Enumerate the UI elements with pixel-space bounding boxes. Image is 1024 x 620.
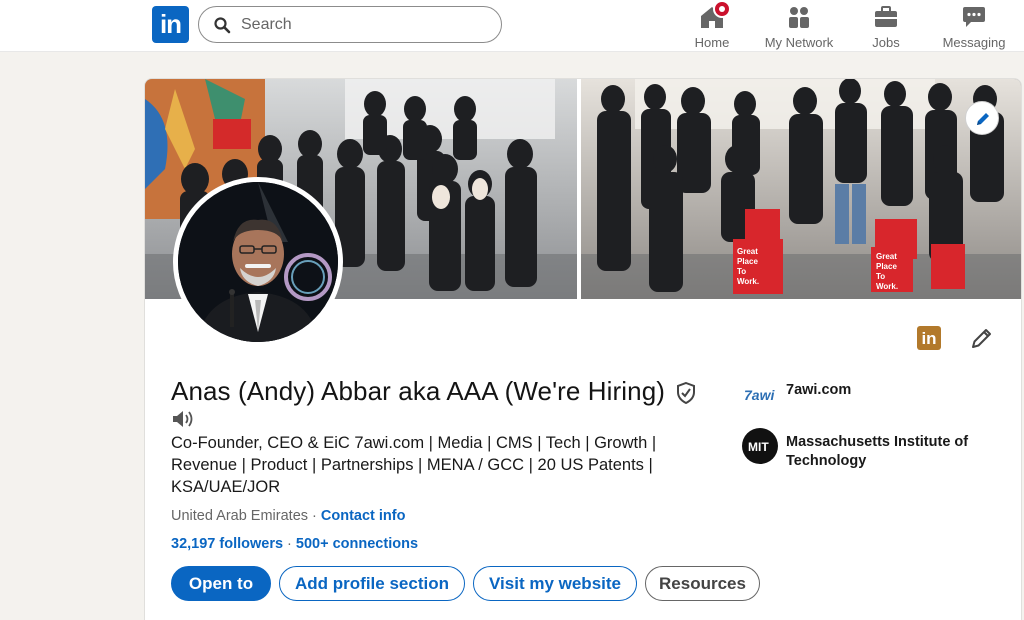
svg-text:Work.: Work.	[737, 277, 759, 286]
svg-text:To: To	[737, 267, 746, 276]
svg-text:Place: Place	[876, 262, 897, 271]
connections-link[interactable]: 500+ connections	[296, 536, 418, 552]
contact-info-link[interactable]: Contact info	[321, 508, 406, 524]
education-item[interactable]: MIT Massachusetts Institute of Technolog…	[741, 427, 991, 469]
svg-text:Great: Great	[737, 247, 758, 256]
svg-text:Work.: Work.	[876, 282, 898, 291]
svg-text:Great: Great	[876, 252, 897, 261]
pencil-icon	[977, 113, 989, 125]
stats-row: 32,197 followers · 500+ connections	[171, 536, 418, 552]
search-input[interactable]	[241, 13, 481, 37]
briefcase-icon	[873, 4, 899, 30]
nav-item-my-network[interactable]: My Network	[762, 2, 836, 50]
current-company-item[interactable]: 7awi 7awi.com	[741, 375, 991, 415]
nav-item-label: Jobs	[872, 35, 900, 50]
nav-item-jobs[interactable]: Jobs	[864, 2, 908, 50]
home-icon	[699, 0, 731, 30]
visit-website-button[interactable]: Visit my website	[473, 566, 637, 601]
edit-profile-icon[interactable]	[970, 326, 994, 350]
open-to-button[interactable]: Open to	[171, 566, 271, 601]
nav-item-label: Messaging	[942, 35, 1006, 50]
nav-item-label: Home	[694, 35, 730, 50]
company-logo: 7awi	[744, 387, 775, 403]
profile-portrait	[178, 182, 338, 342]
linkedin-logo[interactable]: in	[152, 6, 189, 43]
svg-text:7awi: 7awi	[744, 387, 775, 403]
profile-card: Great Place To Work. Great Place To Work.	[144, 78, 1022, 620]
name-row: Anas (Andy) Abbar aka AAA (We're Hiring)	[171, 376, 696, 407]
global-nav: in Home My Network	[0, 0, 1024, 52]
profile-name: Anas (Andy) Abbar aka AAA (We're Hiring)	[171, 376, 666, 406]
add-profile-section-button[interactable]: Add profile section	[279, 566, 465, 601]
messaging-icon	[961, 4, 987, 30]
name-pronunciation-speaker-icon[interactable]	[171, 409, 195, 429]
experience-education-panel: 7awi 7awi.com MIT Massachusetts Institut…	[741, 375, 991, 469]
nav-item-label: My Network	[764, 35, 834, 50]
profile-headline: Co-Founder, CEO & EiC 7awi.com | Media |…	[171, 434, 657, 496]
search-icon	[214, 17, 231, 34]
company-name: 7awi.com	[786, 382, 852, 398]
location-row: United Arab Emirates · Contact info	[171, 508, 405, 524]
nav-item-home[interactable]: Home	[688, 0, 736, 50]
search-bar[interactable]	[198, 6, 502, 43]
resources-button[interactable]: Resources	[645, 566, 760, 601]
school-logo: MIT	[742, 428, 778, 464]
profile-photo[interactable]	[173, 177, 343, 347]
premium-badge-icon[interactable]: in	[917, 326, 941, 350]
verified-shield-icon[interactable]	[676, 381, 696, 404]
school-name: Massachusetts Institute of Technology	[786, 434, 969, 469]
nav-item-messaging[interactable]: Messaging	[938, 2, 1010, 50]
separator-dot: ·	[283, 536, 296, 552]
network-icon	[786, 4, 812, 30]
profile-location: United Arab Emirates	[171, 508, 309, 524]
svg-text:MIT: MIT	[748, 440, 769, 454]
svg-text:To: To	[876, 272, 885, 281]
separator-dot: ·	[308, 508, 321, 524]
edit-banner-button[interactable]	[965, 101, 999, 135]
notification-badge	[713, 0, 731, 18]
followers-link[interactable]: 32,197 followers	[171, 536, 283, 552]
svg-text:Place: Place	[737, 257, 758, 266]
